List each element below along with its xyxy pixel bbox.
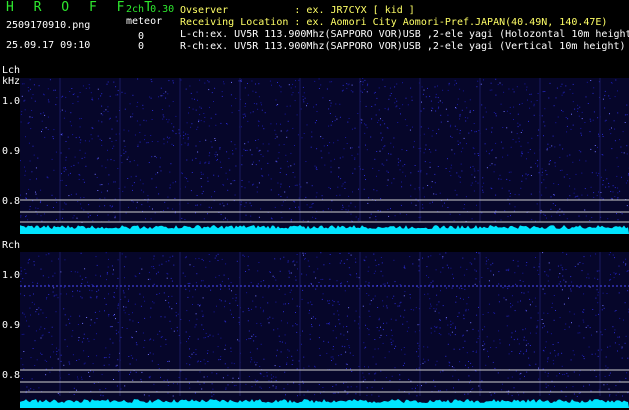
lch-spectrogram: [20, 78, 629, 234]
version-label: 2ch 0.30: [126, 4, 175, 15]
observer-info: Ovserver : ex. JR7CYX [ kid ]: [180, 5, 415, 16]
meteor-count-2: 0: [138, 41, 145, 52]
lch-freq-label: 0.9: [2, 146, 21, 157]
rch-spectrogram: [20, 252, 629, 408]
rch-freq-label: 0.8: [2, 370, 21, 381]
rch-freq-label: 0.9: [2, 320, 21, 331]
filename-label: 2509170910.png: [6, 20, 91, 31]
lch-unit-label: kHz: [2, 76, 21, 87]
lch-label: Lch: [2, 65, 21, 76]
lch-info: L-ch:ex. UV5R 113.900Mhz(SAPPORO VOR)USB…: [180, 29, 629, 40]
lch-spectrogram-svg: [20, 78, 629, 234]
rch-spectrogram-svg: [20, 252, 629, 408]
lch-freq-label: 0.8: [2, 196, 21, 207]
mode-label: meteor: [126, 16, 163, 27]
lch-freq-label: 1.0: [2, 96, 21, 107]
location-info: Receiving Location : ex. Aomori City Aom…: [180, 17, 608, 28]
rch-freq-label: 1.0: [2, 270, 21, 281]
datetime-label: 25.09.17 09:10: [6, 40, 91, 51]
rch-label: Rch: [2, 240, 21, 251]
rch-info: R-ch:ex. UV5R 113.900Mhz(SAPPORO VOR)USB…: [180, 41, 626, 52]
